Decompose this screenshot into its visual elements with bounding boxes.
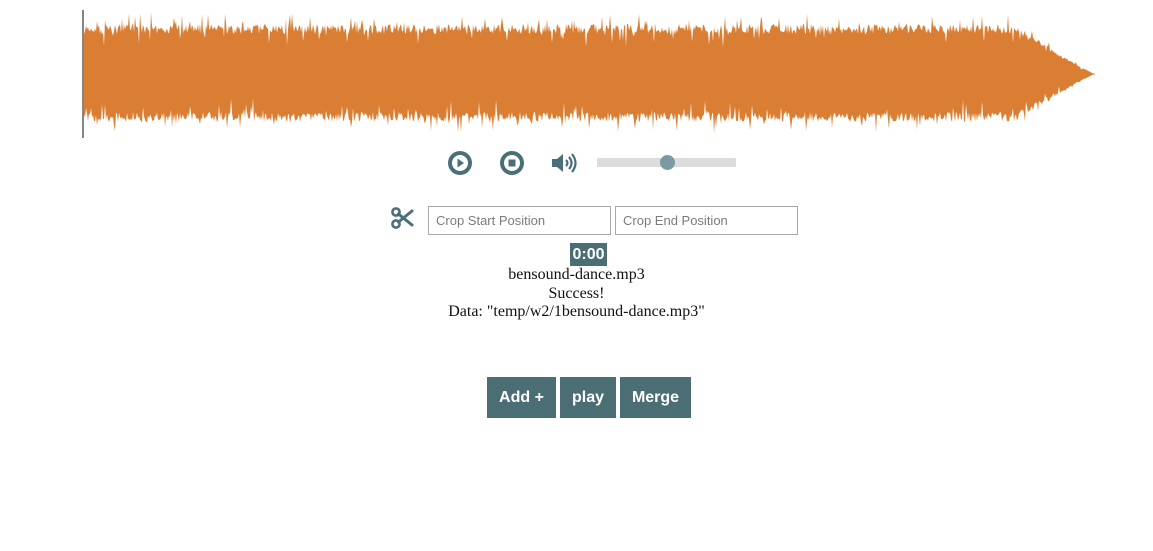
waveform-shape <box>84 12 1094 134</box>
crop-end-input[interactable] <box>615 206 798 235</box>
data-path: Data: "temp/w2/1bensound-dance.mp3" <box>448 303 705 320</box>
volume-up-icon <box>552 153 577 173</box>
stop-button[interactable] <box>499 150 525 176</box>
waveform-canvas[interactable] <box>82 10 1102 140</box>
mute-button[interactable] <box>551 150 581 176</box>
stop-circle-icon <box>500 151 524 175</box>
crop-start-input[interactable] <box>428 206 611 235</box>
play-button[interactable] <box>447 150 473 176</box>
volume-slider-thumb[interactable] <box>659 155 675 170</box>
waveform[interactable] <box>82 10 1102 140</box>
add-button[interactable]: Add + <box>487 377 556 418</box>
current-time-display: 0:00 <box>570 243 607 266</box>
file-name: bensound-dance.mp3 <box>508 266 645 283</box>
play-circle-icon <box>448 151 472 175</box>
player-controls <box>0 150 1153 178</box>
crop-controls <box>0 206 1153 236</box>
crop-button[interactable] <box>390 206 414 230</box>
play-all-button[interactable]: play <box>560 377 616 418</box>
volume-slider[interactable] <box>597 155 736 170</box>
scissors-icon <box>391 207 414 229</box>
merge-button[interactable]: Merge <box>620 377 691 418</box>
action-buttons: Add + play Merge <box>487 377 691 418</box>
status-message: Success! <box>548 285 605 302</box>
